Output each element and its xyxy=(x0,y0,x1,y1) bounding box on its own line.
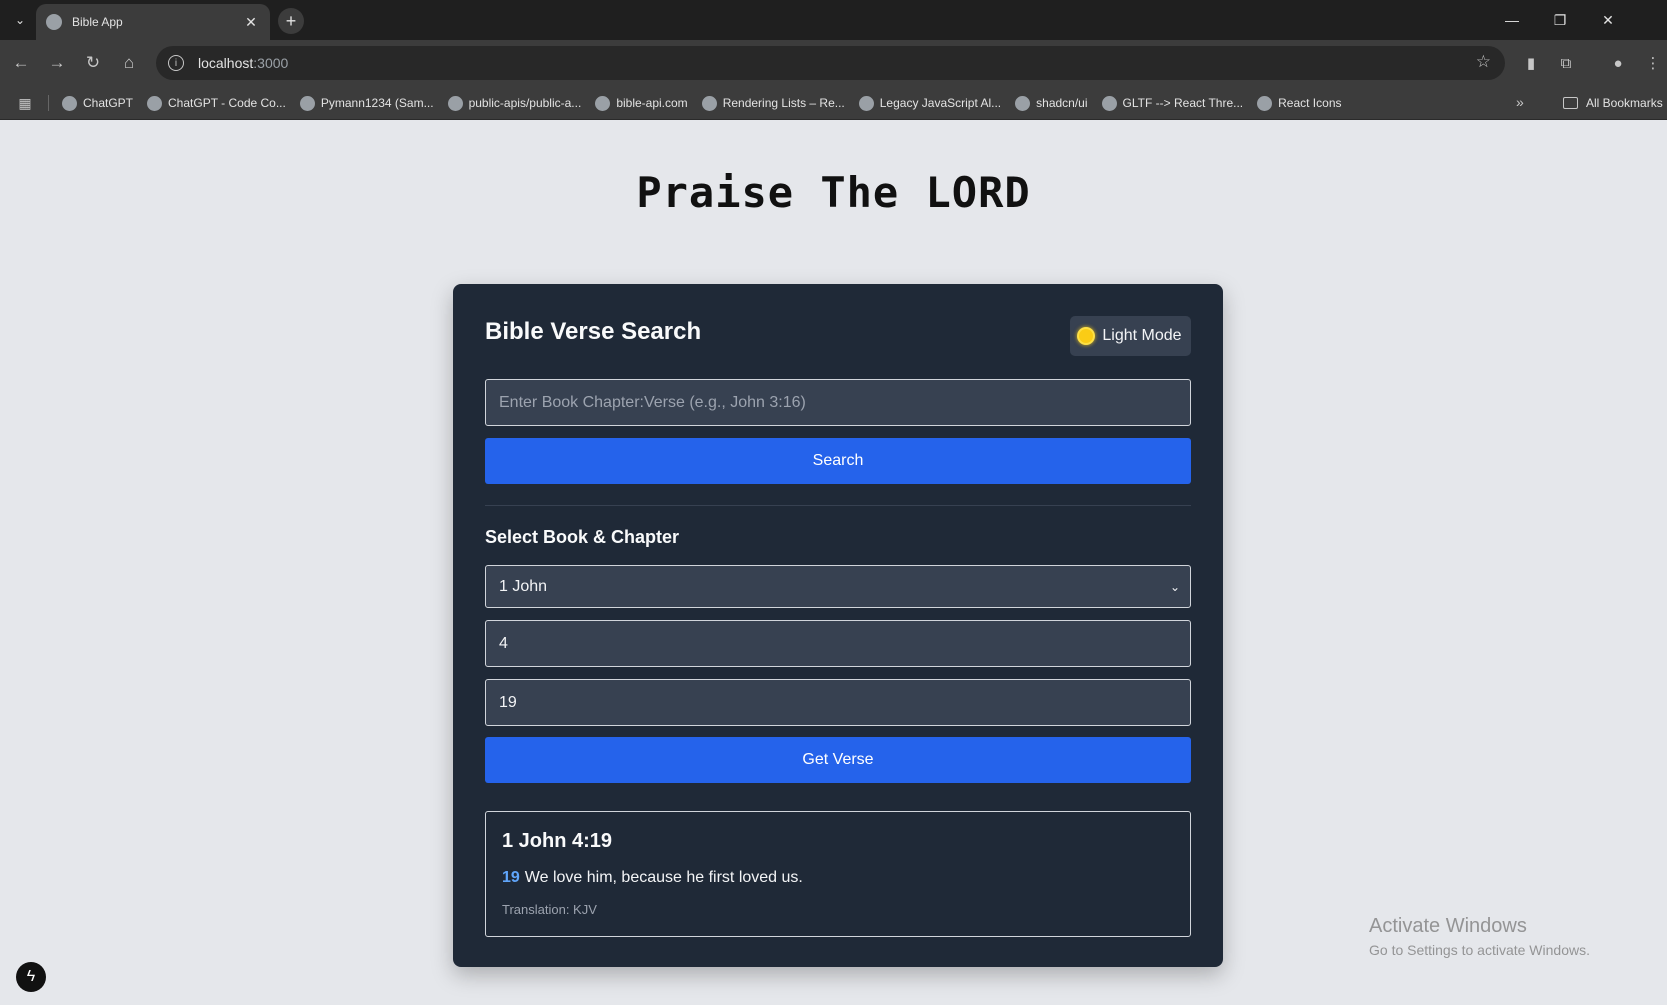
folder-icon xyxy=(1563,97,1578,109)
card-heading: Bible Verse Search xyxy=(485,318,702,345)
globe-icon xyxy=(595,95,611,111)
url-host: localhost xyxy=(198,55,254,71)
verse-search-input[interactable]: Enter Book Chapter:Verse (e.g., John 3:1… xyxy=(485,379,1191,426)
close-icon[interactable]: ✕ xyxy=(242,14,260,31)
section-divider xyxy=(485,505,1191,506)
site-info-icon[interactable]: i xyxy=(168,55,184,71)
forward-arrow-icon[interactable]: → xyxy=(44,50,70,76)
bookmark-item[interactable]: Rendering Lists – Re... xyxy=(701,95,845,111)
minimize-icon[interactable]: — xyxy=(1492,8,1532,32)
address-bar[interactable]: i localhost:3000 ☆ xyxy=(156,46,1505,80)
verse-number: 19 xyxy=(502,869,520,886)
github-icon xyxy=(447,95,463,111)
bookmark-item[interactable]: public-apis/public-a... xyxy=(447,95,582,111)
restore-icon[interactable]: ❐ xyxy=(1540,8,1580,32)
bookmark-label: ChatGPT xyxy=(83,96,134,110)
extension-icon[interactable]: ▮ xyxy=(1518,50,1544,76)
openai-icon xyxy=(62,95,77,111)
tab-search-chevron-icon[interactable]: ⌄ xyxy=(8,8,32,32)
dev-tools-bolt-icon[interactable]: ϟ xyxy=(16,962,46,992)
chevron-down-icon: ⌄ xyxy=(1169,579,1180,594)
fcc-icon xyxy=(858,95,874,111)
verse-input[interactable]: 19 xyxy=(485,679,1191,726)
all-bookmarks-button[interactable]: All Bookmarks xyxy=(1563,86,1663,120)
sun-icon xyxy=(1079,329,1094,343)
bookmark-label: Legacy JavaScript Al... xyxy=(879,96,1002,110)
bookmark-label: React Icons xyxy=(1278,96,1342,110)
url-port: :3000 xyxy=(253,55,289,71)
bookmarks-divider xyxy=(48,95,49,111)
home-icon[interactable]: ⌂ xyxy=(116,50,142,76)
bookmark-item[interactable]: bible-api.com xyxy=(595,95,688,111)
react-icon xyxy=(701,95,717,111)
light-mode-button[interactable]: Light Mode xyxy=(1070,316,1191,356)
bookmark-label: Rendering Lists – Re... xyxy=(722,96,845,110)
verse-text-line: 19 We love him, because he first loved us… xyxy=(502,869,803,887)
book-select[interactable]: 1 John ⌄ xyxy=(485,565,1191,608)
bookmark-label: ChatGPT - Code Co... xyxy=(168,96,286,110)
profile-avatar-icon[interactable]: ● xyxy=(1605,50,1631,76)
tab-title: Bible App xyxy=(72,15,123,29)
light-mode-label: Light Mode xyxy=(1102,327,1182,344)
book-select-value: 1 John xyxy=(499,577,548,595)
watermark-subtitle: Go to Settings to activate Windows. xyxy=(1369,942,1590,958)
bookmarks-bar: ▦ ChatGPT ChatGPT - Code Co... Pymann1234 … xyxy=(0,86,1667,120)
verse-result-panel: 1 John 4:19 19 We love him, because he fi… xyxy=(485,811,1191,937)
page-title: Praise The LORD xyxy=(636,168,1031,217)
bookmark-label: bible-api.com xyxy=(616,96,688,110)
browser-tab-active[interactable]: Bible App ✕ xyxy=(36,4,270,40)
openai-icon xyxy=(147,95,163,111)
bookmarks-list: ChatGPT ChatGPT - Code Co... Pymann1234 (S… xyxy=(62,86,1342,120)
verse-reference: 1 John 4:19 xyxy=(502,830,613,852)
bookmark-item[interactable]: GLTF --> React Thre... xyxy=(1101,95,1244,111)
browser-toolbar: ← → ↻ ⌂ i localhost:3000 ☆ ▮ ⧉ ● ⋮ xyxy=(0,40,1667,86)
reload-icon[interactable]: ↻ xyxy=(80,50,106,76)
select-book-chapter-label: Select Book & Chapter xyxy=(485,527,680,547)
bookmark-item[interactable]: Pymann1234 (Sam... xyxy=(299,95,434,111)
bookmark-star-icon[interactable]: ☆ xyxy=(1476,52,1491,72)
bible-search-card: Bible Verse Search Light Mode Enter Book… xyxy=(453,284,1223,967)
search-button[interactable]: Search xyxy=(485,438,1191,484)
window-close-icon[interactable]: ✕ xyxy=(1588,8,1628,32)
activate-windows-watermark: Activate Windows Go to Settings to activ… xyxy=(1369,915,1590,958)
browser-tab-bar: ⌄ Bible App ✕ + — ❐ ✕ xyxy=(0,0,1667,40)
globe-icon xyxy=(46,14,62,30)
apps-grid-icon[interactable]: ▦ xyxy=(16,94,34,112)
new-tab-button[interactable]: + xyxy=(278,8,304,34)
all-bookmarks-label: All Bookmarks xyxy=(1586,96,1663,110)
back-arrow-icon[interactable]: ← xyxy=(8,50,34,76)
kebab-menu-icon[interactable]: ⋮ xyxy=(1640,50,1666,76)
bookmark-item[interactable]: ChatGPT xyxy=(62,95,134,111)
shadcn-icon xyxy=(1015,95,1031,111)
verse-text: We love him, because he first loved us. xyxy=(524,869,803,886)
chapter-input[interactable]: 4 xyxy=(485,620,1191,667)
bookmark-item[interactable]: ChatGPT - Code Co... xyxy=(147,95,286,111)
extensions-puzzle-icon[interactable]: ⧉ xyxy=(1553,50,1579,76)
watermark-title: Activate Windows xyxy=(1369,915,1527,937)
bookmark-label: shadcn/ui xyxy=(1036,96,1088,110)
bookmark-item[interactable]: React Icons xyxy=(1257,95,1342,111)
react-icons-icon xyxy=(1257,95,1273,111)
translation-label: Translation: KJV xyxy=(502,902,597,917)
bookmark-label: public-apis/public-a... xyxy=(468,96,582,110)
bookmark-item[interactable]: shadcn/ui xyxy=(1015,95,1088,111)
bookmark-label: Pymann1234 (Sam... xyxy=(320,96,434,110)
bookmark-label: GLTF --> React Thre... xyxy=(1122,96,1244,110)
bookmark-item[interactable]: Legacy JavaScript Al... xyxy=(858,95,1002,111)
more-bookmarks-icon[interactable]: » xyxy=(1516,94,1524,110)
get-verse-button[interactable]: Get Verse xyxy=(485,737,1191,783)
pmndrs-icon xyxy=(1101,95,1117,111)
github-icon xyxy=(299,95,315,111)
